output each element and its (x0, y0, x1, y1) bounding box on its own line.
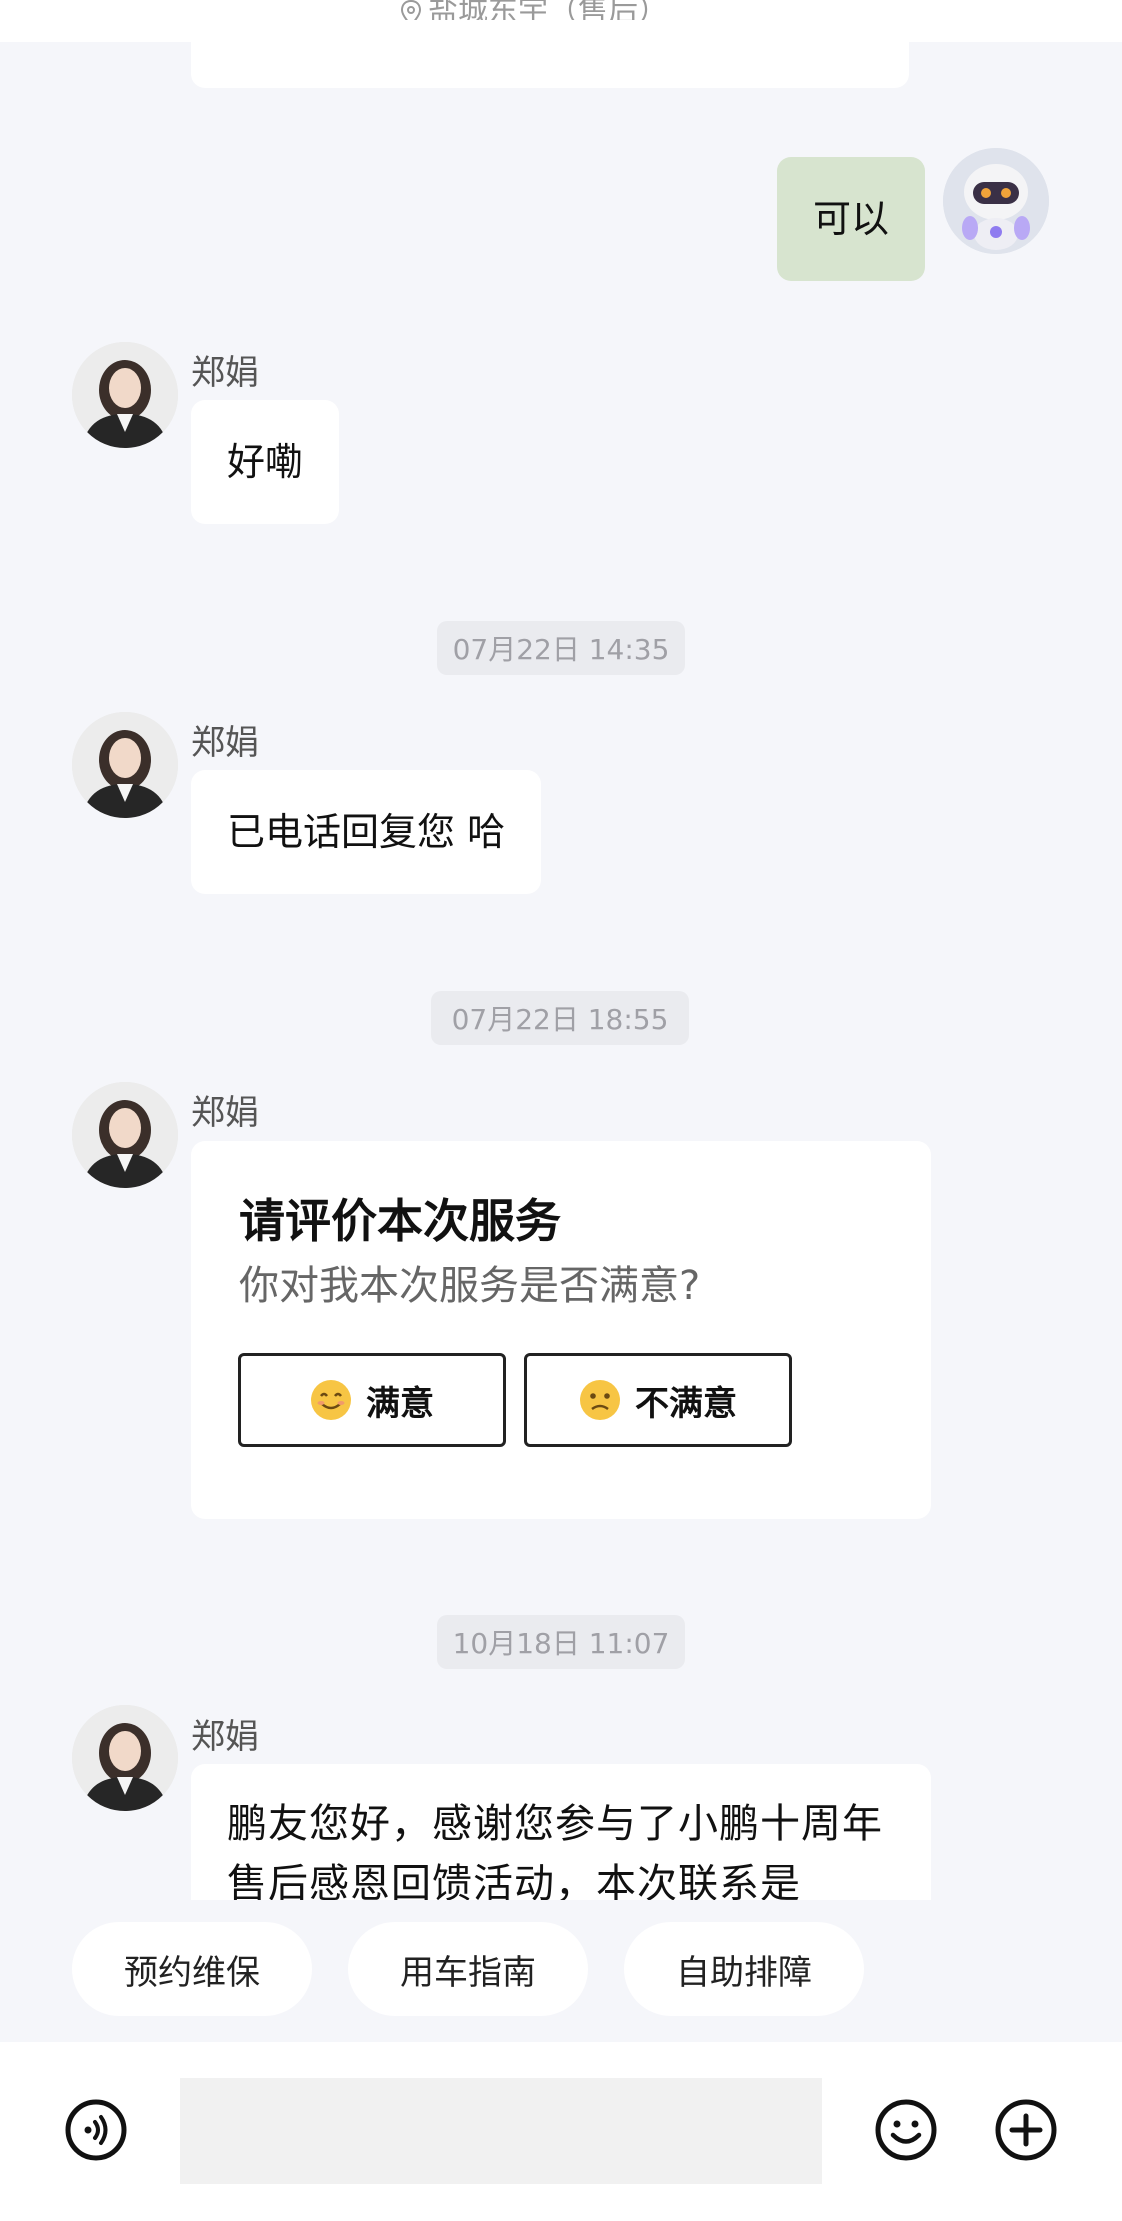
agent-portrait-icon (72, 712, 178, 818)
unsatisfied-label: 不满意 (635, 1383, 737, 1424)
quick-action-label: 预约维保 (124, 1952, 260, 1993)
agent-avatar[interactable] (72, 342, 178, 448)
agent-message-bubble[interactable]: 已电话回复您 哈 (191, 770, 542, 894)
quick-action-label: 用车指南 (400, 1952, 536, 1993)
timestamp-text: 10月18日 11:07 (452, 1627, 670, 1660)
timestamp-chip: 10月18日 11:07 (437, 1615, 685, 1669)
quick-action-label: 自助排障 (676, 1952, 812, 1993)
self-message-text: 可以 (813, 197, 890, 241)
sender-name: 郑娟 (191, 353, 259, 393)
agent-message-bubble[interactable]: 好嘞 (191, 400, 340, 524)
timestamp-text: 07月22日 14:35 (452, 633, 670, 666)
message-bubble-partial (191, 20, 909, 88)
timestamp-chip: 07月22日 14:35 (437, 621, 685, 675)
agent-portrait-icon (72, 1082, 178, 1188)
quick-actions-bar: 预约维保 用车指南 自助排障 (0, 1900, 1122, 2042)
emoji-picker-icon[interactable] (874, 2098, 938, 2162)
satisfied-button[interactable]: 满意 (238, 1353, 506, 1447)
message-input[interactable] (180, 2078, 822, 2184)
sender-name: 郑娟 (191, 723, 259, 763)
service-rating-card: 请评价本次服务 你对我本次服务是否满意? 满意 不满意 (191, 1141, 931, 1519)
agent-avatar[interactable] (72, 712, 178, 818)
satisfied-label: 满意 (366, 1383, 434, 1424)
self-message-bubble[interactable]: 可以 (777, 157, 926, 281)
sender-name: 郑娟 (191, 1093, 259, 1133)
agent-portrait-icon (72, 342, 178, 448)
add-more-icon[interactable] (994, 2098, 1058, 2162)
store-location: 盐城东宇（售后） (400, 0, 668, 20)
rating-subtitle: 你对我本次服务是否满意? (239, 1263, 701, 1309)
location-pin-icon (400, 0, 422, 20)
voice-input-icon[interactable] (64, 2098, 128, 2162)
sender-name: 郑娟 (191, 1717, 259, 1757)
agent-message-text: 好嘞 (227, 440, 304, 484)
quick-action-troubleshoot[interactable]: 自助排障 (624, 1922, 864, 2016)
timestamp-text: 07月22日 18:55 (451, 1003, 669, 1036)
message-input-bar (0, 2042, 1122, 2221)
timestamp-chip: 07月22日 18:55 (431, 991, 689, 1045)
smile-emoji-icon (311, 1380, 351, 1420)
frown-emoji-icon (580, 1380, 620, 1420)
quick-action-guide[interactable]: 用车指南 (348, 1922, 588, 2016)
store-location-label: 盐城东宇（售后） (428, 0, 668, 20)
rating-title: 请评价本次服务 (239, 1194, 561, 1248)
unsatisfied-button[interactable]: 不满意 (524, 1353, 792, 1447)
agent-message-text: 鹏友您好，感谢您参与了小鹏十周年售后感恩回馈活动，本次联系是 (227, 1801, 883, 1900)
agent-portrait-icon (72, 1705, 178, 1811)
robot-avatar-icon (943, 148, 1049, 254)
agent-message-bubble[interactable]: 鹏友您好，感谢您参与了小鹏十周年售后感恩回馈活动，本次联系是 (191, 1764, 931, 1900)
agent-message-text: 已电话回复您 哈 (227, 810, 506, 854)
quick-action-maintenance[interactable]: 预约维保 (72, 1922, 312, 2016)
self-avatar[interactable] (943, 148, 1049, 254)
agent-avatar[interactable] (72, 1705, 178, 1811)
agent-avatar[interactable] (72, 1082, 178, 1188)
